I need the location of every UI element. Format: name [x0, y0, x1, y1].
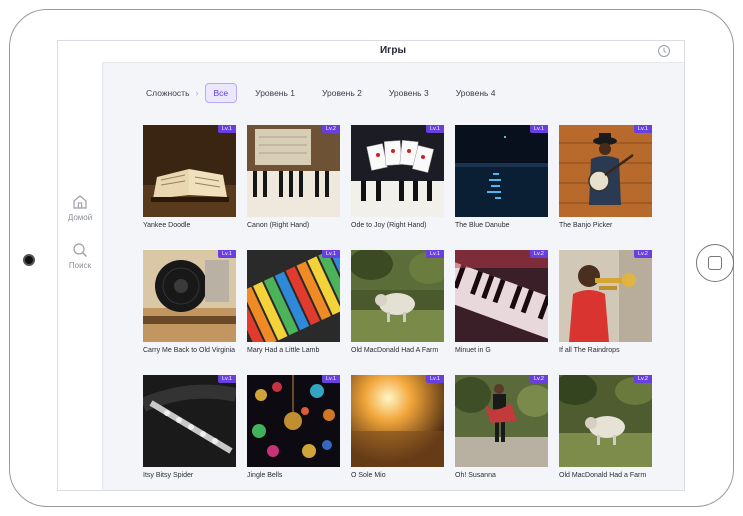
song-card-itsy-bitsy-spider[interactable]: Lv.1 Itsy Bitsy Spider	[143, 375, 236, 481]
sidebar-item-home[interactable]: Домой	[58, 193, 102, 222]
song-title: Carry Me Back to Old Virginia	[143, 347, 236, 354]
sidebar-item-label: Поиск	[68, 261, 92, 270]
chevron-right-icon: ›	[195, 88, 199, 98]
song-title: The Blue Danube	[455, 222, 510, 229]
song-thumbnail: Lv.1	[351, 125, 444, 217]
song-title: Yankee Doodle	[143, 222, 191, 229]
song-thumbnail: Lv.1	[351, 375, 444, 467]
colorful-keys-image	[247, 250, 340, 342]
level-badge: Lv.2	[322, 125, 340, 133]
record-player-image	[143, 250, 236, 342]
top-bar: Игры	[102, 41, 684, 63]
level-badge: Lv.1	[530, 125, 548, 133]
song-title: Ode to Joy (Right Hand)	[351, 222, 427, 229]
song-title: Old MacDonald Had a Farm	[559, 472, 647, 479]
night-river-image	[455, 125, 548, 217]
song-title: Old MacDonald Had A Farm	[351, 347, 439, 354]
sidebar: Домой Поиск	[58, 41, 103, 490]
song-title: Mary Had a Little Lamb	[247, 347, 320, 354]
filter-chip-level-3[interactable]: Уровень 3	[380, 83, 438, 103]
song-thumbnail: Lv.2	[455, 375, 548, 467]
playing-cards-piano-image	[351, 125, 444, 217]
song-thumbnail: Lv.2	[559, 250, 652, 342]
song-title: O Sole Mio	[351, 472, 386, 479]
song-thumbnail: Lv.1	[143, 125, 236, 217]
song-card-yankee-doodle[interactable]: Lv.1 Yankee Doodle	[143, 125, 236, 231]
home-icon	[73, 195, 87, 209]
level-badge: Lv.1	[426, 375, 444, 383]
piano-sheet-music-image	[247, 125, 340, 217]
level-badge: Lv.1	[426, 250, 444, 258]
filter-chip-level-2[interactable]: Уровень 2	[313, 83, 371, 103]
difficulty-label: Сложность	[146, 88, 190, 98]
song-card-old-macdonald-1[interactable]: Lv.1 Old MacDonald Had A Farm	[351, 250, 444, 356]
song-thumbnail: Lv.2	[559, 375, 652, 467]
sidebar-item-label: Домой	[67, 213, 93, 222]
clock-icon[interactable]	[657, 44, 671, 58]
song-card-ode-to-joy[interactable]: Lv.1 Ode to Joy (Right Hand)	[351, 125, 444, 231]
synth-keys-image	[455, 250, 548, 342]
level-badge: Lv.1	[218, 375, 236, 383]
song-thumbnail: Lv.1	[143, 250, 236, 342]
song-thumbnail: Lv.1	[143, 375, 236, 467]
level-badge: Lv.1	[322, 375, 340, 383]
song-card-if-all-the-raindrops[interactable]: Lv.2 If all The Raindrops	[559, 250, 652, 356]
song-card-jingle-bells[interactable]: Lv.1 Jingle Bells	[247, 375, 340, 481]
filter-chip-level-4[interactable]: Уровень 4	[447, 83, 505, 103]
sunset-sea-image	[351, 375, 444, 467]
song-title: Minuet in G	[455, 347, 491, 354]
sidebar-item-search[interactable]: Поиск	[58, 241, 102, 270]
level-badge: Lv.1	[426, 125, 444, 133]
song-thumbnail: Lv.1	[455, 125, 548, 217]
song-card-oh-susanna[interactable]: Lv.2 Oh! Susanna	[455, 375, 548, 481]
song-card-o-sole-mio[interactable]: Lv.1 O Sole Mio	[351, 375, 444, 481]
song-title: Itsy Bitsy Spider	[143, 472, 194, 479]
song-thumbnail: Lv.2	[247, 125, 340, 217]
song-card-canon[interactable]: Lv.2 Canon (Right Hand)	[247, 125, 340, 231]
dancing-couple-image	[455, 375, 548, 467]
level-badge: Lv.2	[634, 250, 652, 258]
level-badge: Lv.2	[530, 250, 548, 258]
song-title: Canon (Right Hand)	[247, 222, 310, 229]
bokeh-lights-image	[247, 375, 340, 467]
song-card-blue-danube[interactable]: Lv.1 The Blue Danube	[455, 125, 548, 231]
song-title: The Banjo Picker	[559, 222, 613, 229]
song-title: If all The Raindrops	[559, 347, 620, 354]
song-card-mary-had-a-little-lamb[interactable]: Lv.1 Mary Had a Little Lamb	[247, 250, 340, 356]
song-thumbnail: Lv.1	[247, 375, 340, 467]
filter-chip-all[interactable]: Все	[204, 83, 238, 103]
song-card-minuet-in-g[interactable]: Lv.2 Minuet in G	[455, 250, 548, 356]
open-book-image	[143, 125, 236, 217]
app-screen: Домой Поиск Игры Сложность › Все Уровень…	[57, 40, 685, 491]
sheep-field-image	[559, 375, 652, 467]
song-card-old-macdonald-2[interactable]: Lv.2 Old MacDonald Had a Farm	[559, 375, 652, 481]
banjo-player-image	[559, 125, 652, 217]
flute-image	[143, 375, 236, 467]
level-badge: Lv.2	[634, 375, 652, 383]
search-icon	[73, 243, 87, 257]
front-camera	[23, 254, 35, 266]
song-title: Oh! Susanna	[455, 472, 496, 479]
difficulty-filter: Сложность › Все Уровень 1 Уровень 2 Уров…	[146, 83, 514, 103]
song-card-banjo-picker[interactable]: Lv.1 The Banjo Picker	[559, 125, 652, 231]
song-card-carry-me-back[interactable]: Lv.1 Carry Me Back to Old Virginia	[143, 250, 236, 356]
device-home-button[interactable]	[696, 244, 734, 282]
level-badge: Lv.1	[218, 250, 236, 258]
song-title: Jingle Bells	[247, 472, 283, 479]
page-title: Игры	[379, 45, 406, 56]
song-thumbnail: Lv.1	[559, 125, 652, 217]
sheep-field-image	[351, 250, 444, 342]
song-thumbnail: Lv.1	[247, 250, 340, 342]
level-badge: Lv.1	[634, 125, 652, 133]
boy-trumpet-image	[559, 250, 652, 342]
level-badge: Lv.2	[530, 375, 548, 383]
song-thumbnail: Lv.2	[455, 250, 548, 342]
level-badge: Lv.1	[218, 125, 236, 133]
song-thumbnail: Lv.1	[351, 250, 444, 342]
level-badge: Lv.1	[322, 250, 340, 258]
filter-chip-level-1[interactable]: Уровень 1	[246, 83, 304, 103]
